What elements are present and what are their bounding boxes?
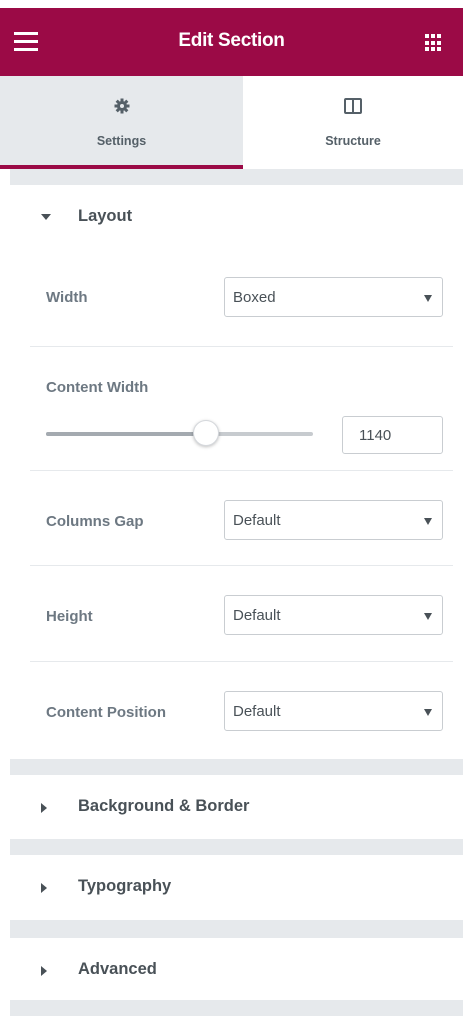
caret-right-icon [41,966,47,976]
section-advanced-header[interactable]: Advanced [10,938,463,1000]
section-advanced-title: Advanced [78,960,157,978]
caret-right-icon [41,803,47,813]
section-background-border-header[interactable]: Background & Border [10,775,463,839]
width-select-value: Boxed [233,289,276,306]
content-position-select-value: Default [233,703,281,720]
columns-icon [344,98,362,114]
divider [30,565,453,566]
content-width-slider-handle[interactable] [193,420,220,446]
content-width-label: Content Width [46,379,149,396]
tab-settings[interactable]: Settings [0,76,243,169]
height-select[interactable]: Default [224,595,443,635]
caret-right-icon [41,883,47,893]
columns-gap-select-value: Default [233,512,281,529]
edit-section-panel: Edit Section Settings Structure Layout W… [0,0,463,1016]
section-divider [10,169,463,185]
section-divider [10,759,463,775]
section-layout-header[interactable]: Layout [10,185,463,250]
tab-structure-label: Structure [325,134,381,148]
grid-apps-icon[interactable] [425,34,443,52]
height-label: Height [46,608,93,625]
content-width-slider-fill [46,432,207,436]
tab-structure[interactable]: Structure [243,76,463,169]
caret-down-icon [424,518,432,525]
section-background-border-title: Background & Border [78,797,250,815]
caret-down-icon [424,709,432,716]
section-layout-title: Layout [78,207,133,225]
content-width-input[interactable]: 1140 [342,416,443,454]
section-layout-body: Width Boxed Content Width 1140 Columns G… [10,249,463,759]
content-position-label: Content Position [46,704,166,721]
section-divider [10,920,463,938]
divider [30,470,453,471]
section-divider [10,1000,463,1016]
tab-settings-label: Settings [96,134,147,148]
caret-down-icon [424,613,432,620]
caret-down-icon [424,295,432,302]
caret-down-icon [41,214,51,220]
section-typography-title: Typography [78,877,172,895]
section-typography-header[interactable]: Typography [10,855,463,920]
content-position-select[interactable]: Default [224,691,443,731]
panel-header: Edit Section [0,8,463,76]
height-select-value: Default [233,607,281,624]
panel-title: Edit Section [178,30,285,51]
columns-gap-select[interactable]: Default [224,500,443,540]
width-select[interactable]: Boxed [224,277,443,317]
content-width-slider-track[interactable] [46,432,313,436]
width-label: Width [46,289,88,306]
columns-gap-label: Columns Gap [46,513,144,530]
section-divider [10,839,463,855]
panel-tabs: Settings Structure [0,76,463,169]
gear-icon [114,98,130,119]
divider [30,346,453,347]
divider [30,661,453,662]
content-width-input-value: 1140 [359,427,392,444]
